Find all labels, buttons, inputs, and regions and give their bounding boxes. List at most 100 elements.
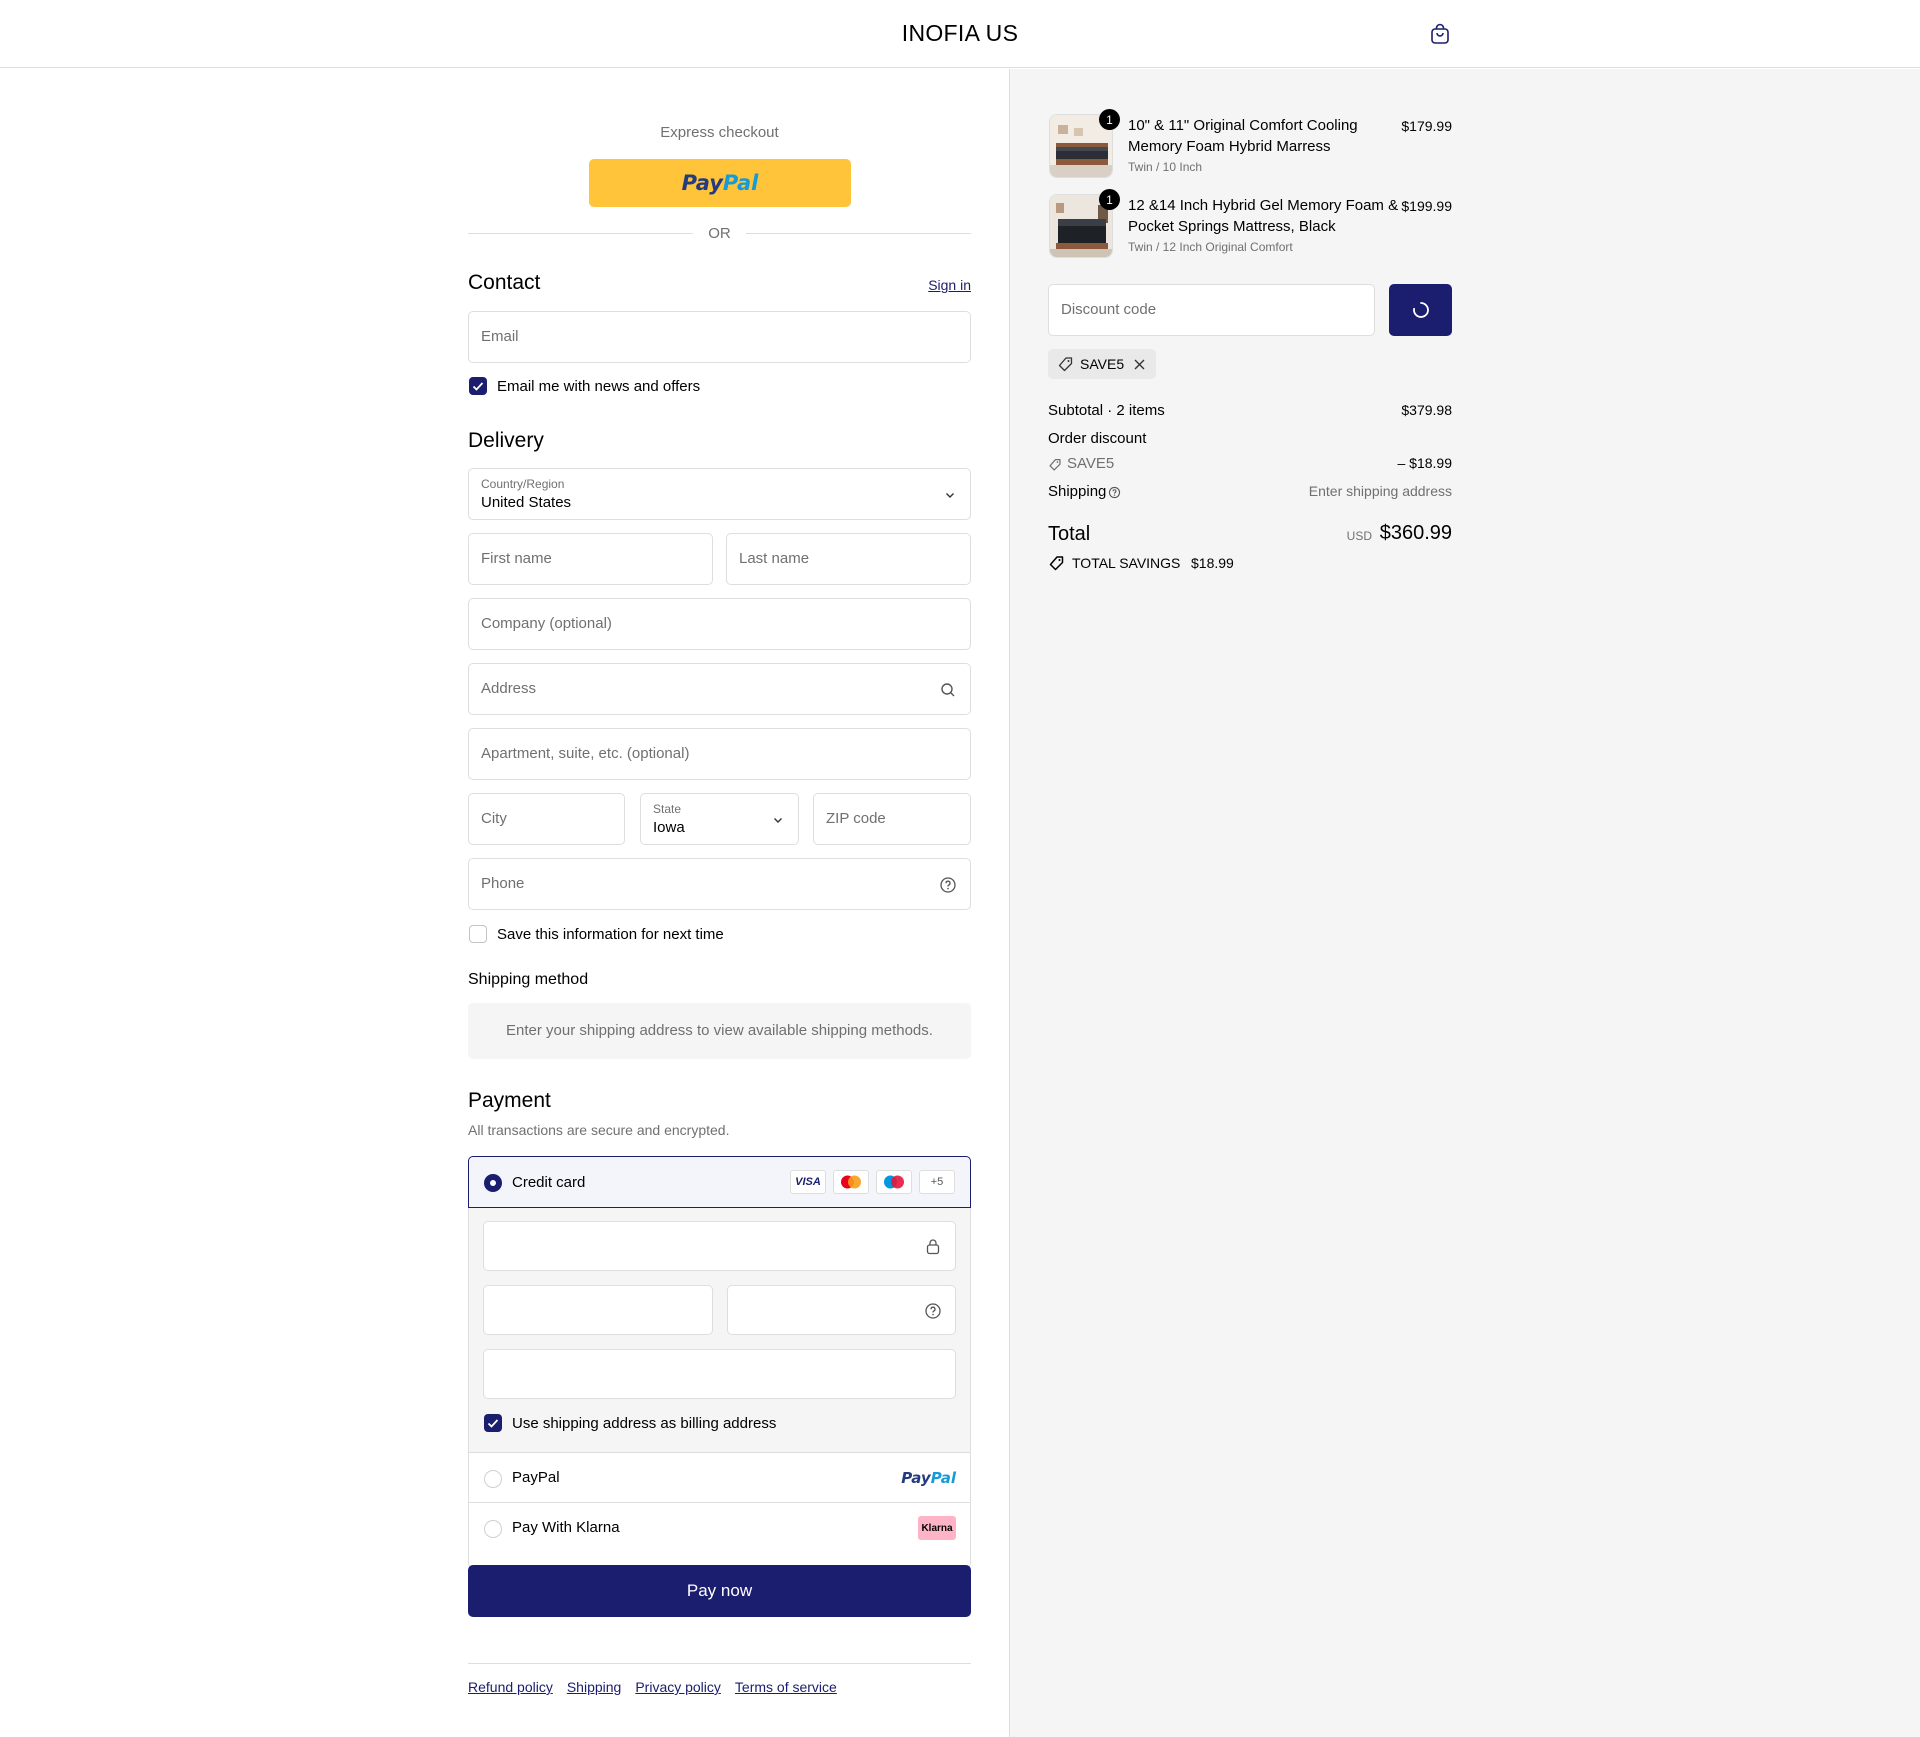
country-label: Country/Region (481, 477, 565, 491)
paypal-option[interactable]: PayPal PayPal (469, 1454, 970, 1503)
zip-field[interactable]: ZIP code (813, 793, 971, 845)
help-icon[interactable] (1108, 486, 1121, 499)
card-number-field[interactable] (483, 1221, 956, 1271)
discount-code-field[interactable]: Discount code (1048, 284, 1375, 336)
chevron-down-icon (946, 493, 954, 498)
check-icon (487, 1419, 499, 1428)
credit-card-label: Credit card (512, 1174, 586, 1191)
tag-icon (1058, 357, 1073, 372)
credit-card-option[interactable]: Credit card VISA +5 (468, 1156, 971, 1208)
shipping-label: Shipping (1048, 483, 1107, 500)
discount-code-label: SAVE5 (1067, 455, 1115, 472)
header: INOFIA US (0, 0, 1920, 68)
shipping-value: Enter shipping address (1308, 483, 1452, 499)
klarna-option[interactable]: Pay With Klarna Klarna (469, 1504, 970, 1567)
company-field[interactable]: Company (optional) (468, 598, 971, 650)
total-row: Total USD $360.99 (1048, 521, 1452, 551)
state-value: Iowa (653, 819, 685, 836)
footer-links: Refund policy Shipping Privacy policy Te… (468, 1679, 837, 1695)
address-placeholder: Address (481, 680, 537, 697)
refund-policy-link[interactable]: Refund policy (468, 1679, 553, 1695)
store-name[interactable]: INOFIA US (0, 20, 1920, 47)
mastercard-icon (833, 1170, 869, 1194)
help-icon[interactable] (939, 876, 957, 894)
newsletter-label[interactable]: Email me with news and offers (497, 378, 700, 395)
shopping-bag-icon[interactable] (1428, 22, 1452, 46)
paypal-label: PayPal (512, 1469, 560, 1486)
state-label: State (653, 802, 682, 816)
shipping-method-notice: Enter your shipping address to view avai… (468, 1003, 971, 1059)
subtotal-label: Subtotal · 2 items (1048, 402, 1165, 419)
last-name-field[interactable]: Last name (726, 533, 971, 585)
payment-methods: Credit card VISA +5 Use shipping address… (468, 1156, 971, 1568)
more-cards-badge: +5 (919, 1170, 955, 1194)
check-icon (472, 382, 484, 391)
loading-spinner-icon (1412, 302, 1429, 318)
paypal-logo: PayPal (681, 171, 759, 195)
card-expiry-field[interactable] (483, 1285, 713, 1335)
first-name-placeholder: First name (481, 550, 552, 567)
privacy-policy-link[interactable]: Privacy policy (635, 1679, 721, 1695)
apartment-field[interactable]: Apartment, suite, etc. (optional) (468, 728, 971, 780)
total-value: $360.99 (1379, 522, 1452, 544)
search-icon (941, 683, 955, 697)
currency-code: USD (1346, 529, 1372, 543)
paypal-logo: PayPal (901, 1469, 956, 1487)
apply-discount-button[interactable] (1389, 284, 1452, 336)
phone-placeholder: Phone (481, 875, 525, 892)
country-select[interactable]: Country/Region United States (468, 468, 971, 520)
shipping-policy-link[interactable]: Shipping (567, 1679, 622, 1695)
save-info-checkbox[interactable] (469, 925, 487, 943)
email-field[interactable]: Email (468, 311, 971, 363)
country-value: United States (481, 494, 572, 511)
item-price: $199.99 (1401, 198, 1452, 214)
discount-value: – $18.99 (1397, 455, 1453, 471)
applied-code: SAVE5 (1080, 356, 1125, 372)
help-icon[interactable] (924, 1302, 942, 1320)
phone-field[interactable]: Phone (468, 858, 971, 910)
klarna-radio[interactable] (484, 1520, 502, 1538)
total-label: Total (1048, 523, 1091, 545)
city-placeholder: City (481, 810, 507, 827)
total-savings-value: $18.99 (1191, 555, 1234, 571)
card-name-field[interactable] (483, 1349, 956, 1399)
close-icon[interactable] (1133, 358, 1146, 371)
maestro-icon (876, 1170, 912, 1194)
sign-in-link[interactable]: Sign in (928, 277, 971, 293)
express-checkout-title: Express checkout (660, 124, 779, 141)
company-placeholder: Company (optional) (481, 615, 612, 632)
city-field[interactable]: City (468, 793, 625, 845)
shipping-method-title: Shipping method (468, 971, 589, 988)
tag-icon (1049, 556, 1064, 571)
address-field[interactable]: Address (468, 663, 971, 715)
shipping-row: Shipping Enter shipping address (1048, 483, 1452, 500)
terms-of-service-link[interactable]: Terms of service (735, 1679, 837, 1695)
footer-divider (468, 1663, 971, 1664)
chevron-down-icon (774, 818, 782, 823)
contact-title: Contact (468, 271, 541, 294)
item-variant: Twin / 12 Inch Original Comfort (1128, 240, 1293, 254)
first-name-field[interactable]: First name (468, 533, 713, 585)
state-select[interactable]: State Iowa (640, 793, 799, 845)
paypal-express-button[interactable]: PayPal (589, 159, 851, 207)
newsletter-checkbox[interactable] (469, 377, 487, 395)
quantity-badge: 1 (1099, 109, 1120, 130)
tag-icon (1049, 459, 1061, 471)
card-cvv-field[interactable] (727, 1285, 956, 1335)
item-name: 12 &14 Inch Hybrid Gel Memory Foam & Pock… (1128, 197, 1399, 235)
zip-placeholder: ZIP code (826, 810, 886, 827)
apartment-placeholder: Apartment, suite, etc. (optional) (481, 745, 690, 762)
save-info-label[interactable]: Save this information for next time (497, 926, 724, 943)
payment-title: Payment (468, 1089, 551, 1112)
discount-placeholder: Discount code (1061, 301, 1157, 318)
credit-card-radio[interactable] (484, 1174, 502, 1192)
total-savings-label: TOTAL SAVINGS (1072, 555, 1181, 571)
paypal-radio[interactable] (484, 1470, 502, 1488)
payment-subtitle: All transactions are secure and encrypte… (468, 1122, 730, 1138)
last-name-placeholder: Last name (739, 550, 810, 567)
billing-same-checkbox[interactable] (484, 1414, 502, 1432)
subtotal-row: Subtotal · 2 items $379.98 (1048, 402, 1452, 419)
or-text: OR (708, 225, 731, 242)
pay-now-button[interactable]: Pay now (468, 1565, 971, 1617)
billing-same-label[interactable]: Use shipping address as billing address (512, 1415, 776, 1432)
